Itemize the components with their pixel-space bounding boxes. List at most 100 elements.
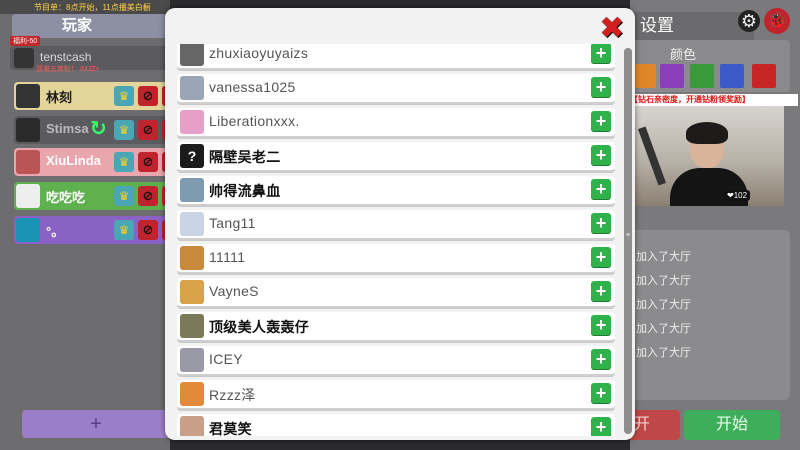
avatar [180, 212, 204, 236]
avatar [180, 76, 204, 100]
player-name: 吃吃吃 [46, 190, 86, 205]
crown-icon[interactable]: ♛ [114, 152, 134, 172]
add-friend-button[interactable]: + [591, 145, 611, 165]
add-friend-button[interactable]: + [591, 44, 611, 63]
friend-list: zhuxiaoyuyaizs + vanessa1025 + Liberationxxx… [177, 44, 617, 436]
friend-name: 11111 [209, 249, 246, 265]
avatar [16, 184, 40, 208]
add-player-slot-button[interactable]: + [22, 410, 170, 438]
color-swatch[interactable] [720, 64, 744, 88]
color-swatch[interactable] [690, 64, 714, 88]
log-line: 加入了大厅 [636, 299, 691, 311]
avatar [180, 178, 204, 202]
add-friend-button[interactable]: + [591, 383, 611, 403]
gear-icon[interactable]: ⚙ [738, 10, 760, 32]
streamer-hair [686, 122, 728, 144]
close-icon[interactable]: ✖ [599, 14, 625, 44]
avatar: ? [180, 144, 204, 168]
friend-name: Rzzz泽 [209, 387, 256, 403]
add-friend-button[interactable]: + [591, 281, 611, 301]
avatar [180, 416, 204, 436]
color-label: 颜色 [670, 47, 697, 62]
add-friend-button[interactable]: + [591, 77, 611, 97]
avatar [180, 348, 204, 372]
friend-row: 顶级美人轰轰仔 + [177, 312, 615, 342]
add-friend-button[interactable]: + [591, 315, 611, 335]
player-row: 吃吃吃 ♛ ⊘ [14, 182, 172, 210]
avatar [16, 150, 40, 174]
avatar [180, 314, 204, 338]
add-friend-button[interactable]: + [591, 417, 611, 436]
player-row: 林刻 ♛ ⊘ [14, 82, 172, 110]
stream-overlay-text: 节目单：8点开始，11点播美白橱 [34, 3, 151, 12]
player-name: Stimsa [46, 121, 89, 136]
kick-icon[interactable]: ⊘ [138, 120, 158, 140]
avatar [16, 118, 40, 142]
player-row: XiuLinda ♛ ⊘ [14, 148, 172, 176]
friend-row: 帅得流鼻血 + [177, 176, 615, 206]
webcam-overlay: ❤102 [628, 106, 784, 206]
crown-icon[interactable]: ♛ [114, 186, 134, 206]
avatar [180, 382, 204, 406]
kick-icon[interactable]: ⊘ [138, 220, 158, 240]
scrollbar-track[interactable]: ≡ [624, 48, 632, 434]
kick-icon[interactable]: ⊘ [138, 86, 158, 106]
stream-overlay-thanks: 感谢五商粉！ IMJZ+ [36, 66, 100, 73]
players-header: 玩家 [12, 14, 170, 38]
add-friend-button[interactable]: + [591, 349, 611, 369]
friend-row: Tang11 + [177, 210, 615, 240]
kick-icon[interactable]: ⊘ [138, 152, 158, 172]
kick-icon[interactable]: ⊘ [138, 186, 158, 206]
color-swatch[interactable] [752, 64, 776, 88]
crown-icon[interactable]: ♛ [114, 86, 134, 106]
friend-row: vanessa1025 + [177, 74, 615, 104]
friend-row: ? 隔壁吴老二 + [177, 142, 615, 172]
add-friend-button[interactable]: + [591, 247, 611, 267]
crown-icon[interactable]: ♛ [114, 220, 134, 240]
loading-icon: ↻ [90, 118, 107, 140]
friend-row: 君莫笑 + [177, 414, 615, 436]
stream-overlay-bar: 节目单：8点开始，11点播美白橱 [0, 0, 170, 14]
friend-name: VayneS [209, 283, 259, 299]
scrollbar-grip-icon: ≡ [625, 232, 631, 239]
friend-row: Rzzz泽 + [177, 380, 615, 410]
add-friend-button[interactable]: + [591, 179, 611, 199]
friend-name: 君莫笑 [209, 421, 252, 436]
add-friend-button[interactable]: + [591, 213, 611, 233]
microphone-stand [637, 126, 667, 186]
player-name: XiuLinda [46, 153, 101, 168]
friend-name: ICEY [209, 351, 243, 367]
avatar [16, 218, 40, 242]
friend-row: zhuxiaoyuyaizs + [177, 44, 615, 70]
bug-report-icon[interactable]: 🐞 [764, 8, 790, 34]
log-line: 加入了大厅 [636, 347, 691, 359]
leave-button[interactable]: 开 [630, 410, 680, 440]
invite-friends-modal: ✖ zhuxiaoyuyaizs + vanessa1025 + Liberationx… [165, 8, 635, 440]
stream-banner: 【钻石亲密度，开通钻粉领奖励】 [630, 94, 798, 106]
log-line: 加入了大厅 [636, 323, 691, 335]
add-friend-button[interactable]: + [591, 111, 611, 131]
friend-name: 顶级美人轰轰仔 [209, 319, 310, 335]
avatar [180, 246, 204, 270]
avatar [180, 44, 204, 66]
avatar [16, 84, 40, 108]
self-player-name: tenstcash [40, 50, 92, 64]
crown-icon[interactable]: ♛ [114, 120, 134, 140]
friend-name: Liberationxxx. [209, 113, 300, 129]
log-line: 加入了大厅 [636, 275, 691, 287]
player-row: °。 ♛ ⊘ [14, 216, 172, 244]
webcam-badge: ❤102 [724, 190, 751, 201]
player-name: °。 [46, 224, 65, 239]
color-swatch[interactable] [632, 64, 656, 88]
player-name: 林刻 [46, 90, 73, 105]
friend-name: Tang11 [209, 215, 256, 231]
log-line: 加入了大厅 [636, 251, 691, 263]
friend-row: ICEY + [177, 346, 615, 376]
friend-list-viewport[interactable]: zhuxiaoyuyaizs + vanessa1025 + Liberationxxx… [177, 44, 617, 436]
start-game-button[interactable]: 开始 [684, 410, 780, 440]
avatar [14, 48, 34, 68]
stream-overlay-tag: 福利-50 [10, 36, 41, 46]
friend-name: vanessa1025 [209, 79, 296, 95]
player-row: Stimsa ↻ ♛ ⊘ [14, 116, 172, 144]
color-swatch[interactable] [660, 64, 684, 88]
